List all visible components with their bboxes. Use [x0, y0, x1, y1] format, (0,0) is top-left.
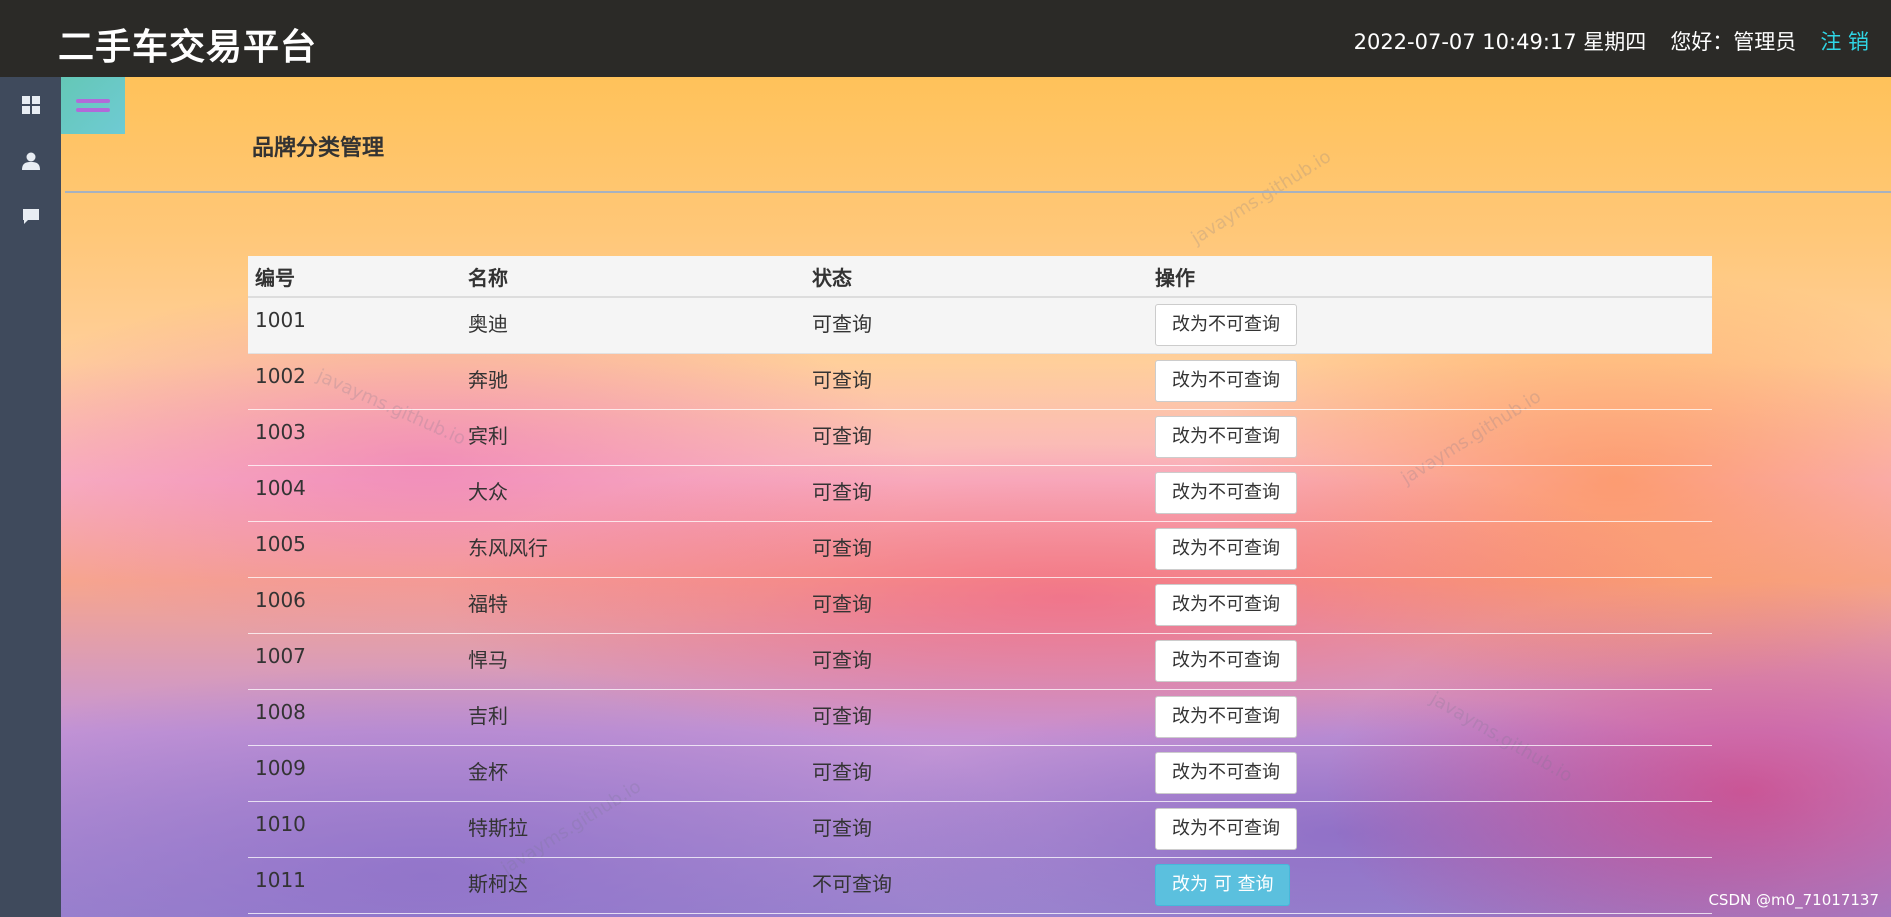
column-header-action: 操作 [1155, 265, 1195, 290]
user-greeting: 您好：管理员 [1670, 30, 1797, 54]
column-header-status: 状态 [812, 265, 852, 290]
table-row: 1009 金杯 可查询 改为不可查询 [248, 746, 1712, 802]
cell-id: 1011 [255, 868, 306, 892]
cell-id: 1003 [255, 420, 306, 444]
table-row: 1002 奔驰 可查询 改为不可查询 [248, 354, 1712, 410]
cell-name: 金杯 [468, 760, 508, 784]
sidebar-item-dashboard[interactable] [0, 77, 61, 133]
cell-name: 斯柯达 [468, 872, 528, 896]
cell-name: 奔驰 [468, 368, 508, 392]
cell-name: 特斯拉 [468, 816, 528, 840]
cell-name: 悍马 [468, 648, 508, 672]
table-row: 1003 宾利 可查询 改为不可查询 [248, 410, 1712, 466]
csdn-watermark: CSDN @m0_71017137 [1708, 891, 1879, 909]
toggle-status-button[interactable]: 改为不可查询 [1155, 696, 1297, 738]
table-row: 1010 特斯拉 可查询 改为不可查询 [248, 802, 1712, 858]
sidebar-item-user[interactable] [0, 133, 61, 189]
toggle-status-button[interactable]: 改为不可查询 [1155, 416, 1297, 458]
toggle-status-button[interactable]: 改为 可 查询 [1155, 864, 1291, 906]
cell-id: 1008 [255, 700, 306, 724]
watermark: javayms.github.io [1187, 146, 1335, 249]
cell-status: 可查询 [812, 760, 872, 784]
cell-id: 1009 [255, 756, 306, 780]
cell-status: 可查询 [812, 592, 872, 616]
cell-status: 可查询 [812, 480, 872, 504]
cell-id: 1005 [255, 532, 306, 556]
top-header: 二手车交易平台 2022-07-07 10:49:17 星期四 您好：管理员 注… [0, 0, 1891, 77]
table-row: 1011 斯柯达 不可查询 改为 可 查询 [248, 858, 1712, 914]
cell-id: 1002 [255, 364, 306, 388]
table-header: 编号 名称 状态 操作 [248, 256, 1712, 298]
cell-name: 东风风行 [468, 536, 548, 560]
cell-status: 可查询 [812, 704, 872, 728]
cell-name: 宾利 [468, 424, 508, 448]
divider [65, 191, 1891, 193]
sidebar-item-comments[interactable] [0, 189, 61, 245]
table-row: 1005 东风风行 可查询 改为不可查询 [248, 522, 1712, 578]
toggle-status-button[interactable]: 改为不可查询 [1155, 528, 1297, 570]
cell-id: 1001 [255, 308, 306, 332]
toggle-status-button[interactable]: 改为不可查询 [1155, 808, 1297, 850]
page-title: 品牌分类管理 [252, 136, 385, 161]
cell-status: 可查询 [812, 648, 872, 672]
cell-status: 可查询 [812, 536, 872, 560]
toggle-status-button[interactable]: 改为不可查询 [1155, 584, 1297, 626]
cell-name: 吉利 [468, 704, 508, 728]
datetime: 2022-07-07 10:49:17 星期四 [1353, 30, 1647, 54]
main-content: javayms.github.io javayms.github.io java… [61, 77, 1891, 917]
table-row: 1008 吉利 可查询 改为不可查询 [248, 690, 1712, 746]
toggle-status-button[interactable]: 改为不可查询 [1155, 640, 1297, 682]
column-header-id: 编号 [255, 265, 295, 290]
table-row: 1001 奥迪 可查询 改为不可查询 [248, 298, 1712, 354]
cell-status: 可查询 [812, 424, 872, 448]
comment-icon [22, 209, 39, 224]
cell-id: 1010 [255, 812, 306, 836]
brand-table: 编号 名称 状态 操作 1001 奥迪 可查询 改为不可查询 1002 奔驰 可… [248, 256, 1712, 914]
cell-status: 不可查询 [812, 872, 892, 896]
table-row: 1007 悍马 可查询 改为不可查询 [248, 634, 1712, 690]
table-row: 1004 大众 可查询 改为不可查询 [248, 466, 1712, 522]
toggle-status-button[interactable]: 改为不可查询 [1155, 472, 1297, 514]
cell-id: 1007 [255, 644, 306, 668]
dashboard-grid-icon [21, 96, 40, 114]
cell-status: 可查询 [812, 368, 872, 392]
cell-status: 可查询 [812, 312, 872, 336]
cell-name: 福特 [468, 592, 508, 616]
sidebar [0, 77, 61, 917]
column-header-name: 名称 [468, 265, 508, 290]
cell-id: 1006 [255, 588, 306, 612]
app-logo: 二手车交易平台 [58, 27, 318, 68]
logout-link[interactable]: 注 销 [1820, 26, 1869, 56]
user-icon [21, 152, 40, 170]
toggle-status-button[interactable]: 改为不可查询 [1155, 304, 1297, 346]
table-row: 1006 福特 可查询 改为不可查询 [248, 578, 1712, 634]
header-right: 2022-07-07 10:49:17 星期四 您好：管理员 注 销 [1354, 26, 1869, 56]
menu-toggle-button[interactable] [61, 77, 125, 134]
toggle-status-button[interactable]: 改为不可查询 [1155, 752, 1297, 794]
toggle-status-button[interactable]: 改为不可查询 [1155, 360, 1297, 402]
cell-name: 奥迪 [468, 312, 508, 336]
cell-name: 大众 [468, 480, 508, 504]
cell-status: 可查询 [812, 816, 872, 840]
hamburger-icon [76, 99, 110, 103]
cell-id: 1004 [255, 476, 306, 500]
